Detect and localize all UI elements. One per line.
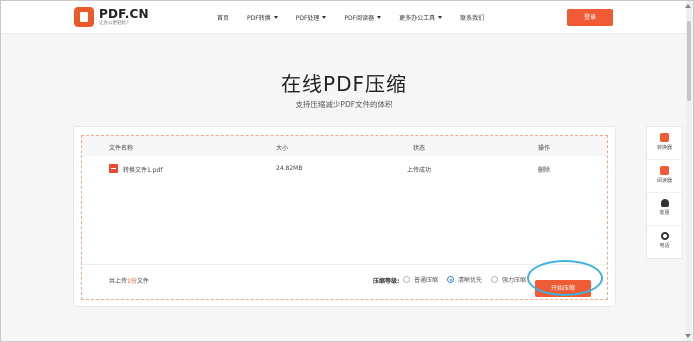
header-size: 大小 bbox=[276, 145, 289, 152]
scroll-up-icon[interactable] bbox=[685, 4, 691, 8]
page-subtitle: 支持压缩减少PDF文件的体积 bbox=[295, 100, 393, 109]
nav-label: PDF转换 bbox=[247, 15, 271, 22]
sidebar-item-support[interactable]: 客服 bbox=[647, 193, 682, 226]
nav-label: 首页 bbox=[217, 15, 230, 22]
sidebar-label: 客服 bbox=[659, 210, 670, 216]
sidebar-item-reader[interactable]: 阅读器 bbox=[647, 160, 682, 193]
header-status: 状态 bbox=[413, 145, 426, 152]
chevron-down-icon bbox=[273, 16, 278, 19]
main-nav: 首页 PDF转换 PDF处理 PDF阅读器 更多办公工具 联系我们 bbox=[217, 13, 502, 22]
nav-label: 联系我们 bbox=[460, 15, 485, 22]
logo-title: PDF.CN bbox=[99, 6, 149, 21]
sidebar-label: 阅读器 bbox=[656, 178, 672, 184]
radio-clarity-first[interactable]: 清晰优先 bbox=[447, 275, 482, 284]
phone-icon bbox=[660, 232, 669, 240]
nav-pdf-process[interactable]: PDF处理 bbox=[296, 13, 327, 22]
file-table-header: 文件名称 大小 状态 操作 bbox=[82, 136, 607, 156]
table-row: 转换文件1.pdf 24.82MB 上传成功 删除 bbox=[82, 162, 607, 176]
radio-label: 清晰优先 bbox=[458, 277, 483, 284]
chevron-down-icon bbox=[377, 16, 382, 19]
chevron-down-icon bbox=[438, 16, 443, 19]
header-action: 操作 bbox=[538, 145, 551, 152]
compression-level-label: 压缩等级: bbox=[373, 278, 400, 285]
nav-contact[interactable]: 联系我们 bbox=[460, 13, 484, 22]
chevron-down-icon bbox=[322, 16, 327, 19]
converter-icon bbox=[660, 133, 669, 142]
nav-pdf-convert[interactable]: PDF转换 bbox=[247, 13, 278, 22]
site-header: PDF.CN 让办公更轻松！ 首页 PDF转换 PDF处理 PDF阅读器 更多办… bbox=[1, 1, 687, 34]
nav-label: PDF阅读器 bbox=[344, 15, 375, 22]
pdf-file-icon bbox=[109, 164, 118, 173]
vertical-scrollbar[interactable] bbox=[685, 1, 692, 341]
scroll-down-icon[interactable] bbox=[685, 334, 691, 338]
file-size: 24.82MB bbox=[276, 165, 303, 172]
divider bbox=[82, 264, 607, 265]
floating-sidebar: 转换器 阅读器 客服 电话 bbox=[646, 126, 683, 259]
highlight-annotation bbox=[527, 260, 603, 296]
pdf-logo-icon bbox=[74, 7, 94, 27]
radio-normal[interactable]: 普通压缩 bbox=[403, 275, 438, 284]
file-name: 转换文件1.pdf bbox=[123, 167, 163, 174]
logo-slogan: 让办公更轻松！ bbox=[99, 20, 131, 26]
radio-label: 强力压缩 bbox=[502, 277, 527, 284]
radio-circle[interactable] bbox=[403, 276, 410, 283]
sidebar-label: 电话 bbox=[659, 243, 670, 249]
header-filename: 文件名称 bbox=[109, 145, 134, 152]
nav-more-tools[interactable]: 更多办公工具 bbox=[399, 13, 443, 22]
support-icon bbox=[660, 199, 669, 207]
login-button[interactable]: 登录 bbox=[567, 9, 613, 26]
site-logo[interactable]: PDF.CN 让办公更轻松！ bbox=[74, 7, 149, 27]
nav-pdf-reader[interactable]: PDF阅读器 bbox=[344, 13, 382, 22]
browser-viewport: PDF.CN 让办公更轻松！ 首页 PDF转换 PDF处理 PDF阅读器 更多办… bbox=[0, 0, 694, 342]
count-suffix: 文件 bbox=[136, 278, 149, 285]
page-title: 在线PDF压缩 bbox=[281, 72, 407, 96]
scroll-thumb[interactable] bbox=[687, 21, 691, 101]
radio-circle[interactable] bbox=[491, 276, 498, 283]
file-status: 上传成功 bbox=[407, 167, 432, 174]
radio-strong[interactable]: 强力压缩 bbox=[491, 275, 526, 284]
radio-circle[interactable] bbox=[447, 276, 454, 283]
sidebar-label: 转换器 bbox=[656, 145, 672, 151]
count-number: 1份 bbox=[127, 278, 137, 285]
delete-link[interactable]: 删除 bbox=[538, 165, 550, 174]
sidebar-item-converter[interactable]: 转换器 bbox=[647, 127, 682, 160]
nav-label: 更多办公工具 bbox=[399, 15, 436, 22]
count-prefix: 共上传 bbox=[109, 278, 128, 285]
upload-count: 共上传1份文件 bbox=[109, 276, 149, 285]
radio-label: 普通压缩 bbox=[414, 277, 439, 284]
nav-home[interactable]: 首页 bbox=[217, 13, 229, 22]
reader-icon bbox=[660, 166, 669, 175]
sidebar-item-phone[interactable]: 电话 bbox=[647, 226, 682, 258]
nav-label: PDF处理 bbox=[295, 15, 320, 22]
